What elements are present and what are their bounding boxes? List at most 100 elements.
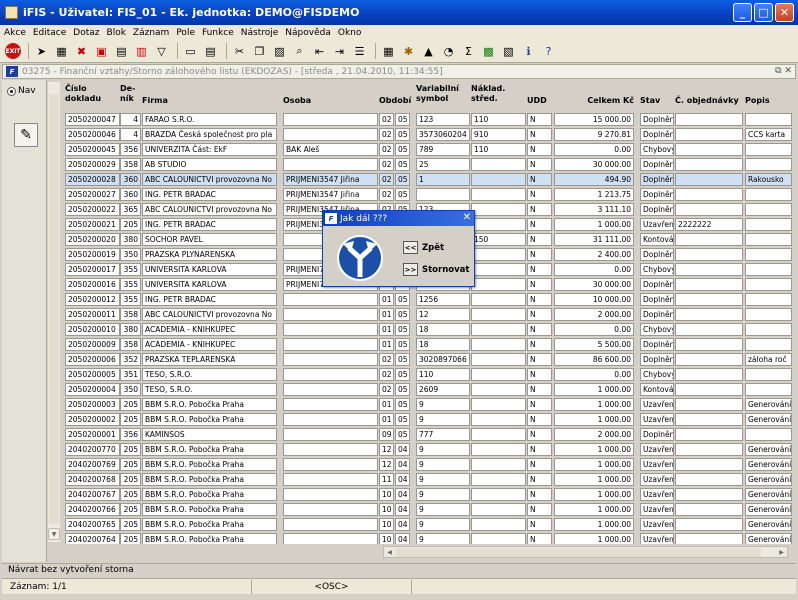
cell-obdobi-mesic[interactable]: 01 [379, 398, 394, 411]
cell-var-symbol[interactable]: 123 [416, 113, 470, 126]
menu-pole[interactable]: Pole [176, 28, 195, 38]
cell-popis[interactable]: Generování [745, 503, 792, 516]
cell-obdobi-rok[interactable]: 05 [395, 188, 410, 201]
cell-obdobi-mesic[interactable]: 02 [379, 143, 394, 156]
cell-obdobi-rok[interactable]: 04 [395, 488, 410, 501]
cell-firma[interactable]: ABC CALOUNICTVI provozovna No [142, 173, 277, 186]
cell-firma[interactable]: BBM S.R.O. Pobočka Praha [142, 398, 277, 411]
cell-osoba[interactable] [283, 158, 378, 171]
cell-obdobi-rok[interactable]: 04 [395, 473, 410, 486]
minimize-button[interactable]: _ [733, 3, 752, 22]
cell-obdobi-rok[interactable]: 05 [395, 368, 410, 381]
scroll-left-icon[interactable]: ◀ [384, 547, 395, 557]
cell-osoba[interactable]: BAK Aleš [283, 143, 378, 156]
cell-var-symbol[interactable]: 18 [416, 338, 470, 351]
cell-udd[interactable]: N [527, 398, 552, 411]
cell-osoba[interactable] [283, 488, 378, 501]
cell-stav[interactable]: Chybový [640, 263, 674, 276]
cell-popis[interactable] [745, 188, 792, 201]
cell-celkem[interactable]: 1 000.00 [554, 503, 634, 516]
cell-objednavka[interactable] [675, 158, 743, 171]
cell-obdobi-rok[interactable]: 05 [395, 158, 410, 171]
cell-stav[interactable]: Chybový [640, 143, 674, 156]
table-row[interactable]: 2050200003 205 BBM S.R.O. Pobočka Praha 01 0… [62, 397, 792, 412]
cell-udd[interactable]: N [527, 353, 552, 366]
cell-obdobi-rok[interactable]: 05 [395, 113, 410, 126]
cell-naklad-stred[interactable] [471, 203, 526, 216]
table-row[interactable]: 2040200770 205 BBM S.R.O. Pobočka Praha 12 0… [62, 442, 792, 457]
cell-celkem[interactable]: 0.00 [554, 143, 634, 156]
cell-udd[interactable]: N [527, 218, 552, 231]
cell-objednavka[interactable] [675, 263, 743, 276]
edit-document-button[interactable]: ✎ [14, 123, 38, 147]
cell-osoba[interactable] [283, 353, 378, 366]
cell-celkem[interactable]: 1 000.00 [554, 443, 634, 456]
cell-popis[interactable] [745, 368, 792, 381]
cell-var-symbol[interactable]: 25 [416, 158, 470, 171]
cell-stav[interactable]: Chybový [640, 368, 674, 381]
delete-record-icon[interactable]: ✖ [73, 43, 90, 60]
cell-objednavka[interactable] [675, 413, 743, 426]
cell-udd[interactable]: N [527, 458, 552, 471]
execute-query-icon[interactable]: ▥ [133, 43, 150, 60]
cell-celkem[interactable]: 5 500.00 [554, 338, 634, 351]
cell-objednavka[interactable] [675, 383, 743, 396]
cell-objednavka[interactable] [675, 203, 743, 216]
close-button[interactable]: ✕ [775, 3, 794, 22]
cell-firma[interactable]: SOCHOR PAVEL [142, 233, 277, 246]
menu-nastroje[interactable]: Nástroje [241, 28, 279, 38]
cell-stav[interactable]: Doplněn [640, 188, 674, 201]
menu-akce[interactable]: Akce [4, 28, 26, 38]
cell-naklad-stred[interactable] [471, 323, 526, 336]
cell-doklad[interactable]: 2050200019 [65, 248, 120, 261]
cell-obdobi-rok[interactable]: 05 [395, 413, 410, 426]
maximize-button[interactable]: □ [754, 3, 773, 22]
sum-icon[interactable]: Σ [460, 43, 477, 60]
cell-naklad-stred[interactable]: 110 [471, 113, 526, 126]
cell-naklad-stred[interactable]: 110 [471, 143, 526, 156]
cell-doklad[interactable]: 2040200768 [65, 473, 120, 486]
cell-celkem[interactable]: 1 000.00 [554, 518, 634, 531]
cell-udd[interactable]: N [527, 488, 552, 501]
cell-objednavka[interactable] [675, 128, 743, 141]
cell-objednavka[interactable] [675, 533, 743, 544]
cell-denik[interactable]: 360 [120, 173, 141, 186]
cell-obdobi-mesic[interactable]: 02 [379, 113, 394, 126]
cell-var-symbol[interactable]: 9 [416, 473, 470, 486]
menu-funkce[interactable]: Funkce [202, 28, 234, 38]
cell-doklad[interactable]: 2050200022 [65, 203, 120, 216]
cell-firma[interactable]: ABC CALOUNICTVI provozovna No [142, 203, 277, 216]
cell-doklad[interactable]: 2040200767 [65, 488, 120, 501]
excel-icon[interactable]: ▩ [480, 43, 497, 60]
table-row[interactable]: 2050200045 356 UNIVERZITA Část: EkF BAK Ale… [62, 142, 792, 157]
cell-celkem[interactable]: 1 000.00 [554, 413, 634, 426]
cell-udd[interactable]: N [527, 248, 552, 261]
cell-objednavka[interactable] [675, 233, 743, 246]
cell-popis[interactable] [745, 293, 792, 306]
cell-stav[interactable]: Doplněn [640, 338, 674, 351]
cell-popis[interactable] [745, 158, 792, 171]
cell-udd[interactable]: N [527, 323, 552, 336]
cell-celkem[interactable]: 3 111.10 [554, 203, 634, 216]
cell-denik[interactable]: 355 [120, 278, 141, 291]
cell-doklad[interactable]: 2040200770 [65, 443, 120, 456]
cell-obdobi-mesic[interactable]: 10 [379, 518, 394, 531]
cell-doklad[interactable]: 2050200010 [65, 323, 120, 336]
cell-osoba[interactable] [283, 503, 378, 516]
table-row[interactable]: 2040200768 205 BBM S.R.O. Pobočka Praha 11 0… [62, 472, 792, 487]
table-row[interactable]: 2040200767 205 BBM S.R.O. Pobočka Praha 10 0… [62, 487, 792, 502]
cell-osoba[interactable] [283, 293, 378, 306]
cell-doklad[interactable]: 2050200045 [65, 143, 120, 156]
menu-okno[interactable]: Okno [338, 28, 362, 38]
cell-udd[interactable]: N [527, 503, 552, 516]
scroll-right-icon[interactable]: ▶ [776, 547, 787, 557]
cell-denik[interactable]: 4 [120, 113, 141, 126]
cell-objednavka[interactable] [675, 248, 743, 261]
cell-denik[interactable]: 205 [120, 488, 141, 501]
cell-objednavka[interactable] [675, 428, 743, 441]
cell-var-symbol[interactable]: 110 [416, 368, 470, 381]
cell-stav[interactable]: Uzavřen [640, 443, 674, 456]
cell-naklad-stred[interactable] [471, 308, 526, 321]
cell-firma[interactable]: BBM S.R.O. Pobočka Praha [142, 443, 277, 456]
cell-popis[interactable]: záloha roč [745, 353, 792, 366]
